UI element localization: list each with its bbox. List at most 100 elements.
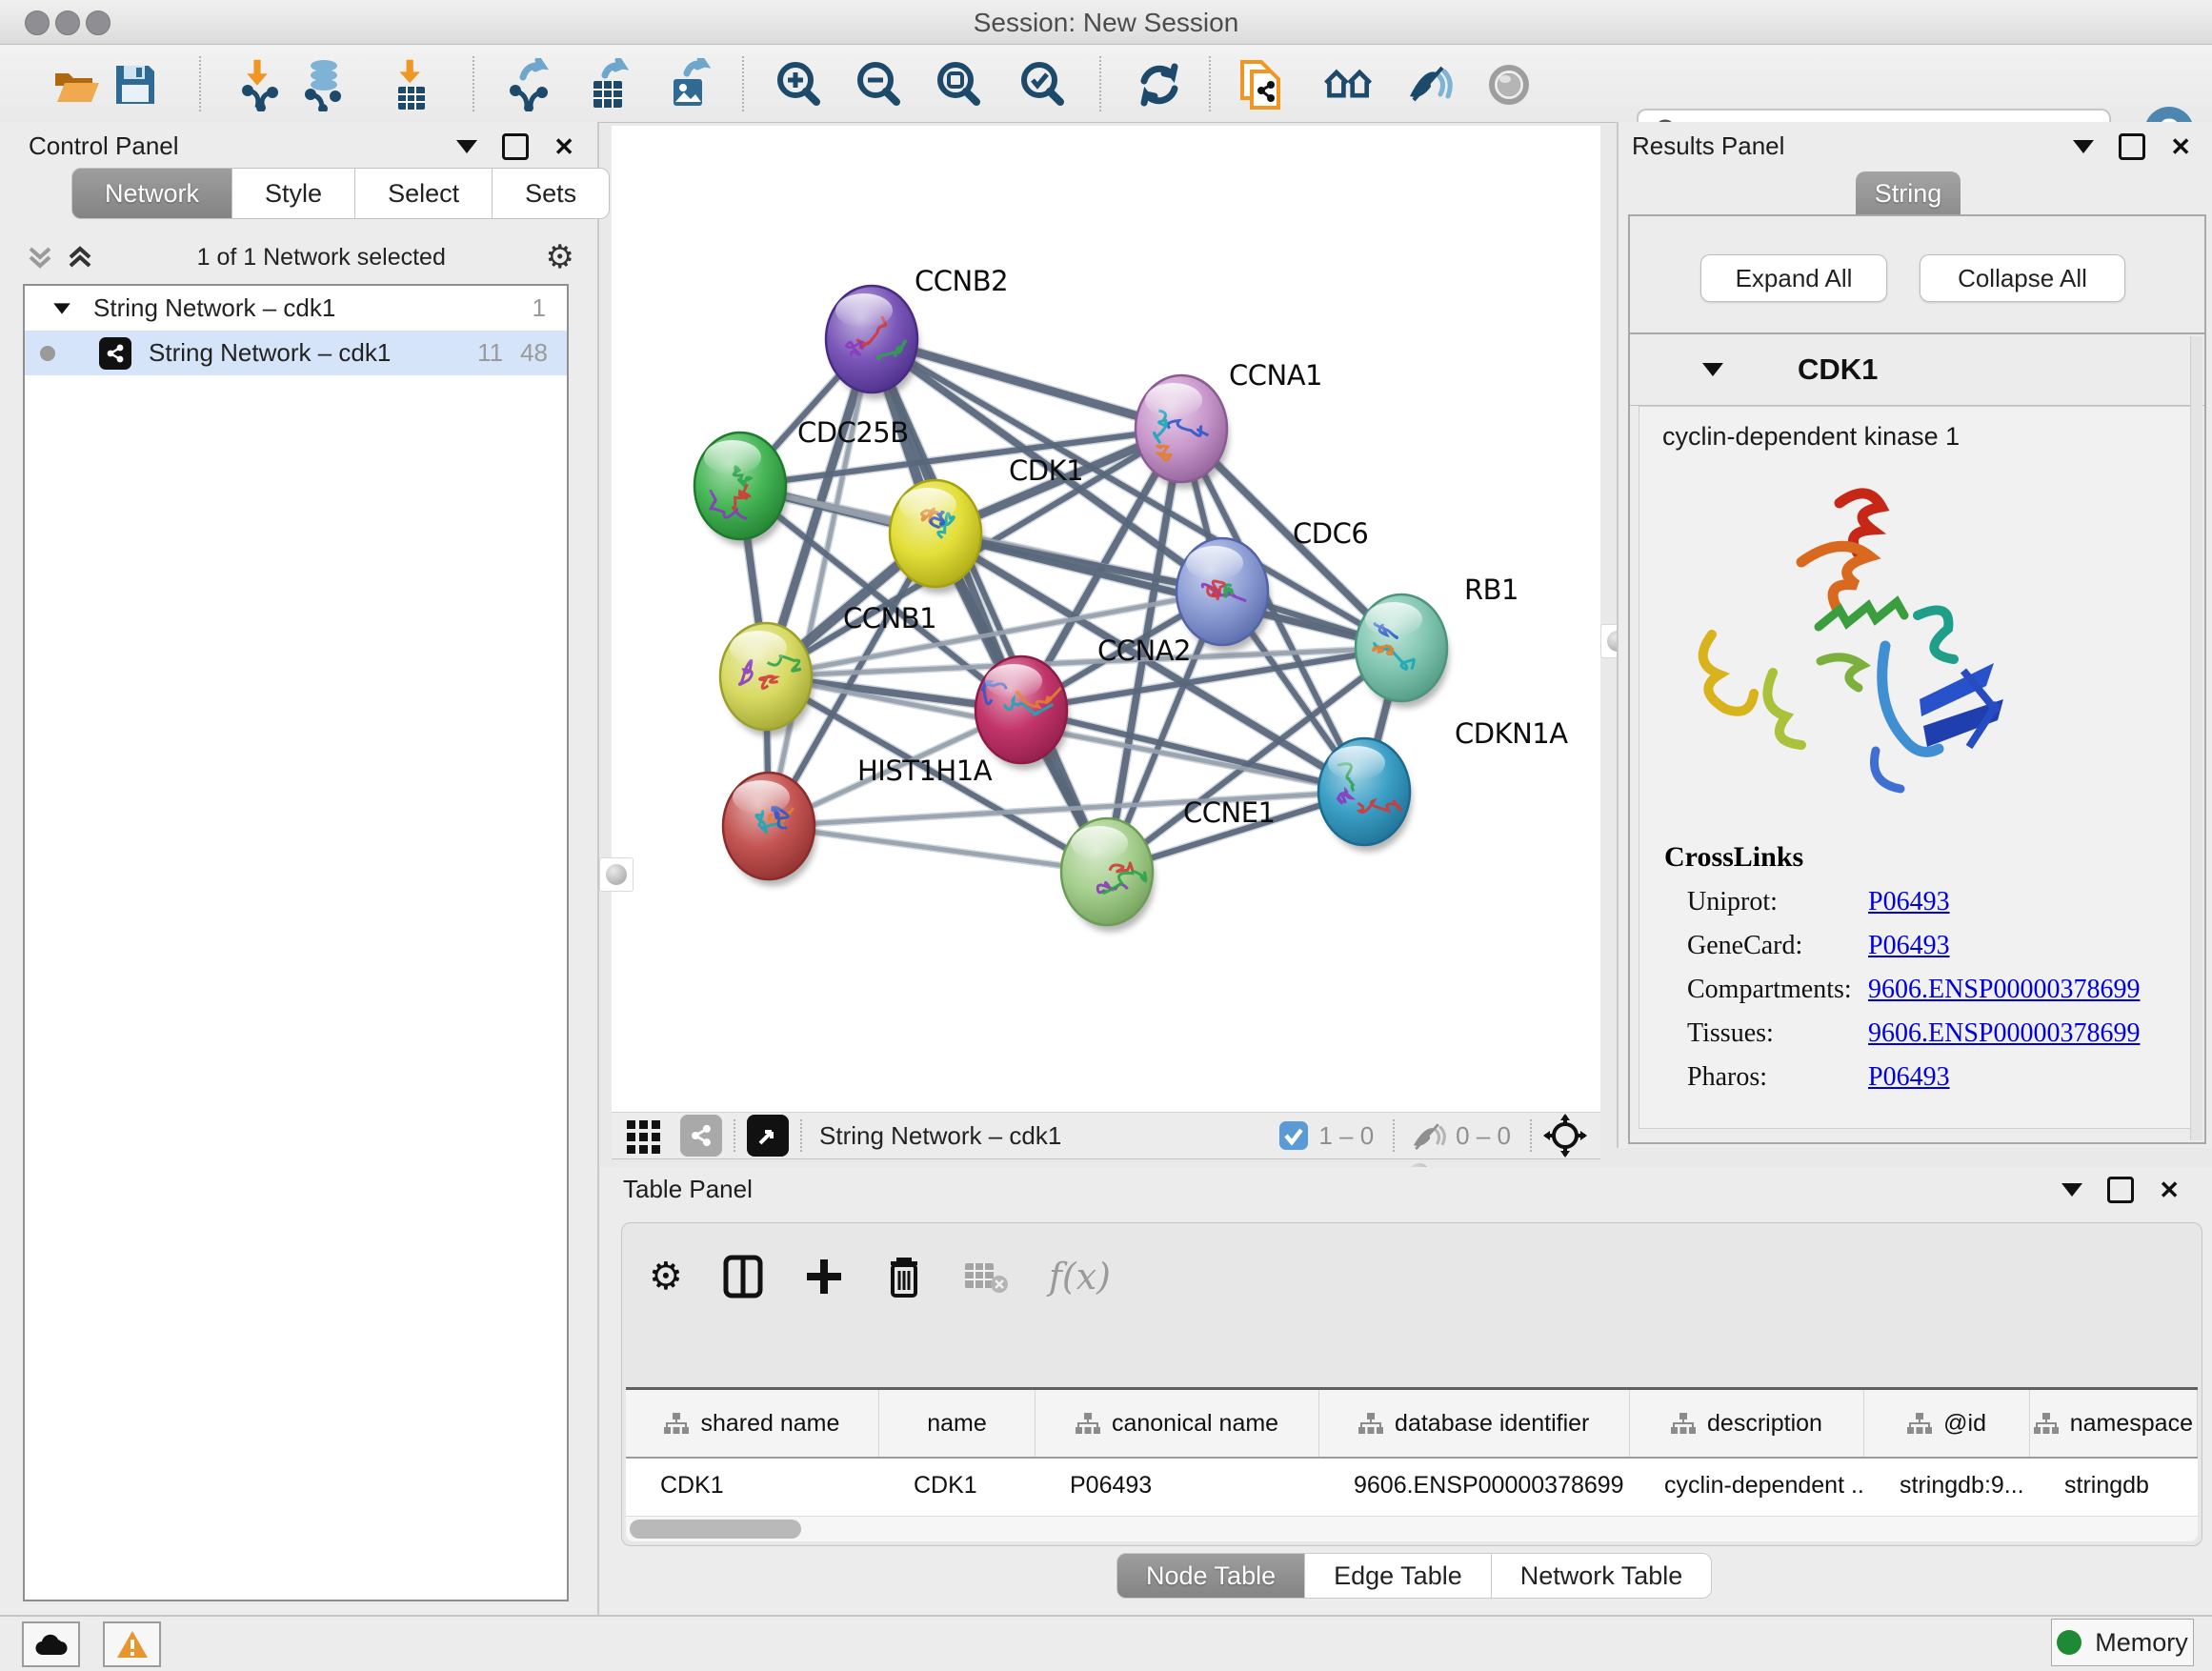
column-header-name[interactable]: name — [879, 1390, 1036, 1457]
table-options-gear-icon[interactable]: ⚙ — [649, 1258, 683, 1296]
import-table-file-icon[interactable] — [385, 58, 438, 111]
node-label-HIST1H1A: HIST1H1A — [857, 755, 993, 787]
hidden-eye-icon[interactable] — [1406, 1118, 1448, 1153]
table-cell: P06493 — [1036, 1459, 1319, 1512]
network-node-CDKN1A[interactable]: CDKN1A — [1318, 717, 1568, 852]
memory-status-dot — [2057, 1630, 2081, 1655]
collapse-all-button[interactable]: Collapse All — [1920, 254, 2125, 302]
network-row[interactable]: String Network – cdk1 11 48 — [25, 331, 567, 375]
zoom-in-icon[interactable] — [772, 58, 825, 111]
network-node-CCNB2[interactable]: CCNB2 — [826, 265, 1008, 399]
toolbar-separator — [1099, 56, 1101, 111]
close-panel-icon[interactable]: ✕ — [2170, 134, 2191, 159]
network-node-RB1[interactable]: RB1 — [1356, 574, 1518, 708]
column-header--id[interactable]: @id — [1864, 1390, 2029, 1457]
warning-icon — [116, 1630, 149, 1659]
table-panel: Table Panel ✕ ⚙ f(x) shared namenamecano… — [600, 1167, 2212, 1615]
birds-eye-view-icon[interactable] — [747, 1115, 789, 1157]
network-canvas[interactable]: CCNB2CCNA1CDC25BCDK1CDC6RB1CCNB1CCNA2CDK… — [612, 126, 1600, 1112]
float-panel-icon[interactable] — [2107, 1177, 2134, 1203]
scrollbar-thumb[interactable] — [630, 1520, 801, 1539]
expand-all-button[interactable]: Expand All — [1700, 254, 1887, 302]
collapse-section-icon[interactable] — [1702, 363, 1723, 376]
show-columns-icon[interactable] — [723, 1255, 763, 1299]
column-header-database-identifier[interactable]: database identifier — [1319, 1390, 1630, 1457]
tab-string[interactable]: String — [1856, 171, 1961, 215]
tab-sets[interactable]: Sets — [493, 168, 610, 219]
crosslink-uniprot-link[interactable]: P06493 — [1868, 887, 1950, 917]
results-actions-box: Expand All Collapse All — [1628, 214, 2206, 334]
cloud-button[interactable] — [22, 1621, 80, 1667]
tab-network[interactable]: Network — [71, 168, 232, 219]
hide-graphics-details-icon[interactable] — [1400, 58, 1454, 111]
left-splitter-handle[interactable] — [599, 857, 633, 892]
control-panel-title: Control Panel — [29, 131, 179, 161]
collapse-all-icon[interactable] — [23, 241, 57, 273]
import-network-database-icon[interactable] — [297, 58, 351, 111]
function-builder-icon[interactable]: f(x) — [1049, 1256, 1111, 1298]
import-network-file-icon[interactable] — [232, 58, 286, 111]
grid-view-icon[interactable] — [623, 1115, 665, 1157]
open-session-icon[interactable] — [50, 58, 103, 111]
clone-network-icon[interactable] — [1233, 58, 1286, 111]
delete-column-icon[interactable] — [885, 1254, 923, 1299]
zoom-fit-icon[interactable] — [932, 58, 985, 111]
node-label-CDK1: CDK1 — [1009, 454, 1083, 487]
results-panel: Results Panel ✕ String Expand All Collap… — [1617, 122, 2212, 1148]
tab-network-table[interactable]: Network Table — [1492, 1553, 1713, 1599]
column-header-namespace[interactable]: namespace — [2030, 1390, 2198, 1457]
show-graphics-details-icon[interactable] — [1482, 58, 1536, 111]
table-box: ⚙ f(x) shared namenamecanonical namedata… — [621, 1222, 2202, 1546]
tab-style[interactable]: Style — [232, 168, 355, 219]
close-panel-icon[interactable]: ✕ — [2159, 1178, 2180, 1202]
tree-expand-icon[interactable] — [53, 303, 70, 313]
export-network-icon[interactable] — [502, 58, 555, 111]
table-panel-title: Table Panel — [623, 1175, 753, 1204]
network-node-CCNE1[interactable]: CCNE1 — [1061, 796, 1275, 932]
table-row[interactable]: CDK1CDK1P064939606.ENSP00000378699cyclin… — [626, 1459, 2198, 1512]
refresh-icon[interactable] — [1133, 58, 1186, 111]
results-scrollbar[interactable] — [2190, 336, 2202, 1140]
column-header-canonical-name[interactable]: canonical name — [1036, 1390, 1319, 1457]
network-options-gear-icon[interactable]: ⚙ — [546, 241, 574, 273]
toolbar-separator — [473, 56, 474, 111]
tab-select[interactable]: Select — [355, 168, 493, 219]
warnings-button[interactable] — [103, 1621, 161, 1667]
crosslink-row: Tissues:9606.ENSP00000378699 — [1687, 1018, 2195, 1049]
node-label-CDC25B: CDC25B — [797, 416, 909, 449]
memory-button[interactable]: Memory — [2051, 1619, 2194, 1666]
export-image-icon[interactable] — [662, 58, 715, 111]
collapse-panel-icon[interactable] — [2061, 1183, 2082, 1197]
add-column-icon[interactable] — [803, 1256, 845, 1298]
network-collection-row[interactable]: String Network – cdk1 1 — [25, 286, 567, 331]
column-header-description[interactable]: description — [1630, 1390, 1865, 1457]
tab-node-table[interactable]: Node Table — [1116, 1553, 1305, 1599]
network-view-title: String Network – cdk1 — [819, 1121, 1277, 1151]
gene-section-header[interactable]: CDK1 — [1630, 334, 2204, 406]
selected-checkbox-icon[interactable] — [1277, 1118, 1311, 1153]
float-panel-icon[interactable] — [2119, 133, 2145, 160]
zoom-out-icon[interactable] — [852, 58, 905, 111]
crosslink-genecard-link[interactable]: P06493 — [1868, 931, 1950, 961]
table-cell: stringdb:9... — [1865, 1459, 2030, 1512]
column-header-shared-name[interactable]: shared name — [626, 1390, 879, 1457]
fit-selection-crosshair-icon[interactable] — [1543, 1114, 1587, 1158]
tab-edge-table[interactable]: Edge Table — [1305, 1553, 1492, 1599]
zoom-selected-icon[interactable] — [1016, 58, 1069, 111]
delete-table-icon[interactable] — [963, 1258, 1009, 1296]
table-horizontal-scrollbar[interactable] — [626, 1516, 2198, 1541]
export-table-icon[interactable] — [582, 58, 635, 111]
network-style-icon[interactable] — [680, 1115, 722, 1157]
expand-all-icon[interactable] — [63, 241, 97, 273]
save-session-icon[interactable] — [109, 58, 162, 111]
crosslink-compartments-link[interactable]: 9606.ENSP00000378699 — [1868, 975, 2140, 1005]
collapse-panel-icon[interactable] — [456, 140, 477, 153]
first-neighbors-icon[interactable] — [1322, 58, 1376, 111]
collapse-panel-icon[interactable] — [2073, 140, 2094, 153]
crosslink-tissues-link[interactable]: 9606.ENSP00000378699 — [1868, 1018, 2140, 1049]
results-panel-title: Results Panel — [1632, 131, 1784, 161]
crosslink-row: Uniprot:P06493 — [1687, 887, 2195, 917]
float-panel-icon[interactable] — [502, 133, 529, 160]
crosslink-pharos-link[interactable]: P06493 — [1868, 1062, 1950, 1093]
close-panel-icon[interactable]: ✕ — [553, 134, 574, 159]
